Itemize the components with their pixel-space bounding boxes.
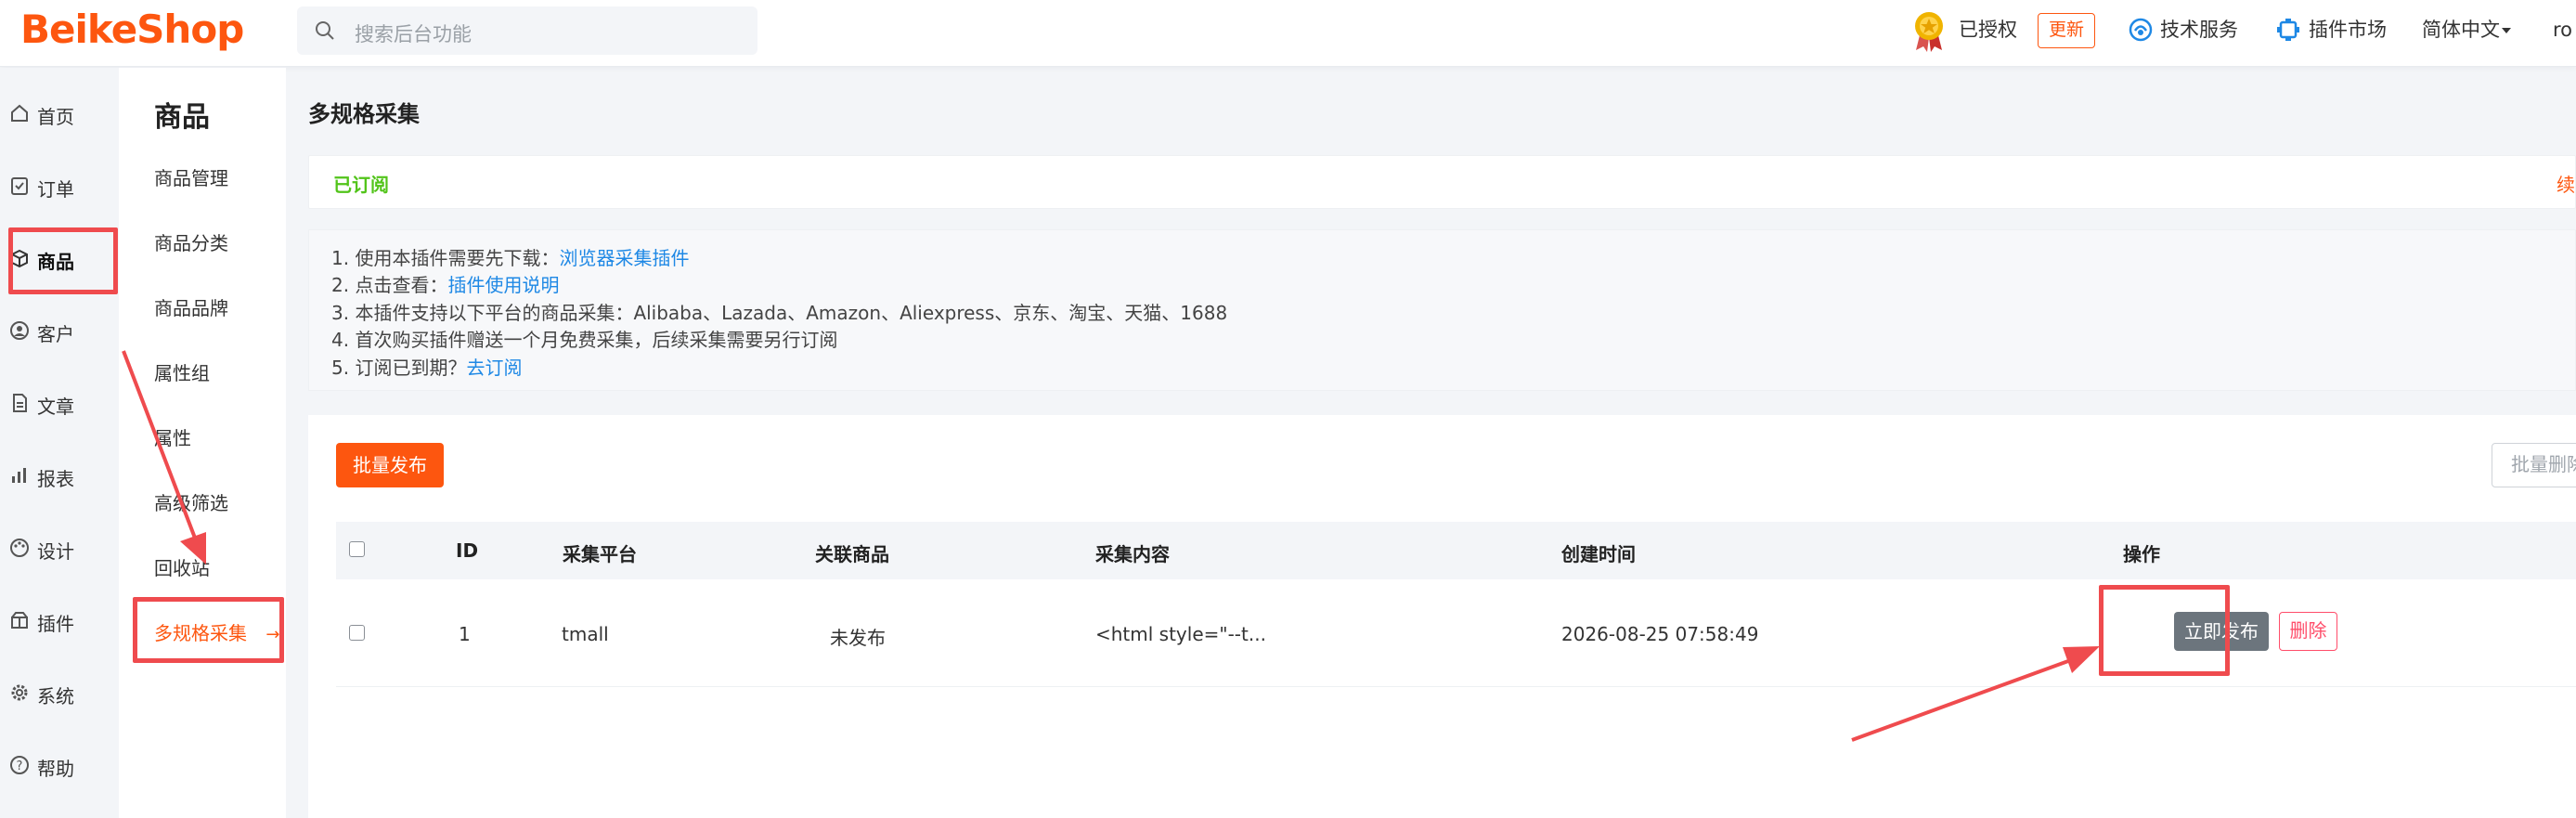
annotation-arrow — [122, 350, 198, 541]
annotation-arrows — [122, 350, 2100, 742]
annotation-arrowhead — [2063, 646, 2100, 673]
annotation-arrow — [1851, 659, 2069, 742]
annotation-arrowhead — [180, 532, 206, 565]
